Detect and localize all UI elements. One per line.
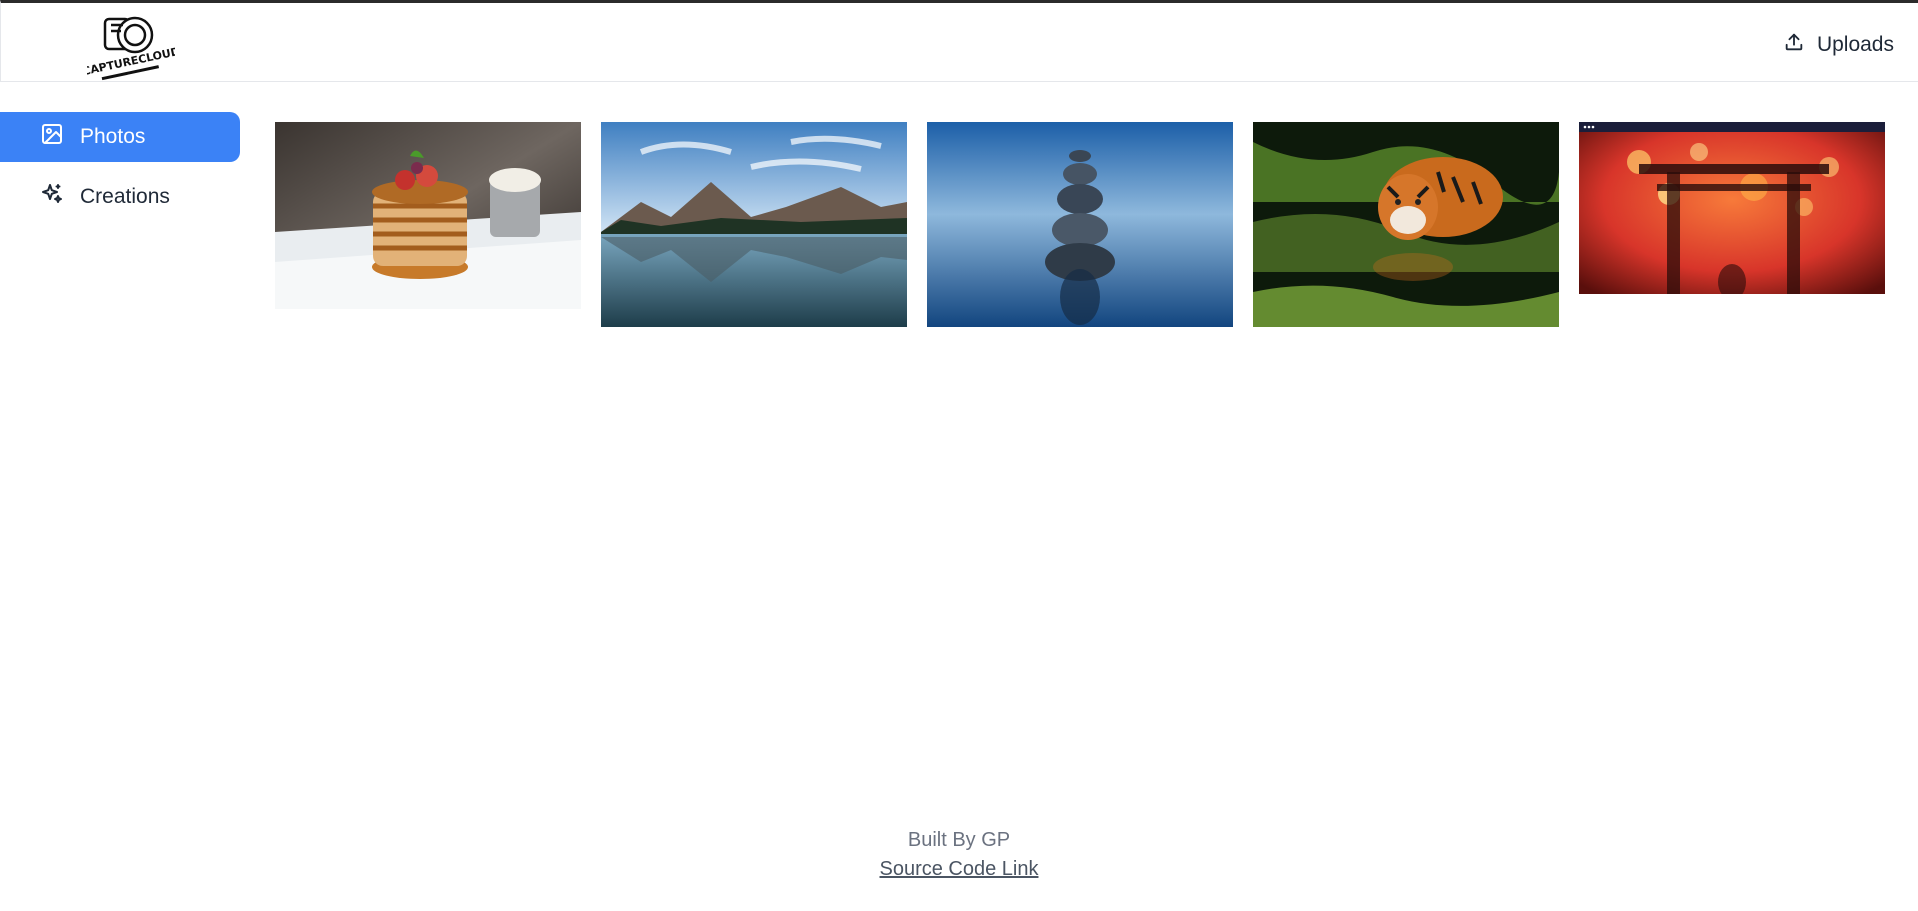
photo-pancakes[interactable] <box>275 122 581 309</box>
built-by-text: Built By GP <box>907 829 1011 851</box>
photo-mountain-lake[interactable] <box>601 122 907 327</box>
logo[interactable]: CAPTURECLOUD <box>81 11 181 81</box>
upload-icon <box>1783 31 1805 59</box>
top-bar: CAPTURECLOUD Uploads <box>0 0 1918 82</box>
footer: Built By GP Source Code Link <box>0 826 1918 882</box>
photo-gallery <box>275 122 1885 327</box>
sidebar-item-label: Creations <box>80 185 170 208</box>
sidebar-item-photos[interactable]: Photos <box>0 112 240 162</box>
sidebar: Photos Creations <box>0 112 240 232</box>
photo-tiger[interactable] <box>1253 122 1559 327</box>
photo-torii-gate[interactable] <box>1579 122 1885 294</box>
sidebar-item-creations[interactable]: Creations <box>0 172 240 222</box>
uploads-button[interactable]: Uploads <box>1783 29 1894 61</box>
uploads-label: Uploads <box>1816 33 1894 56</box>
photo-stacked-stones[interactable] <box>927 122 1233 327</box>
sidebar-item-label: Photos <box>80 125 146 148</box>
source-code-link[interactable]: Source Code Link <box>880 856 1039 882</box>
image-icon <box>40 122 64 152</box>
sparkles-icon <box>40 182 64 212</box>
